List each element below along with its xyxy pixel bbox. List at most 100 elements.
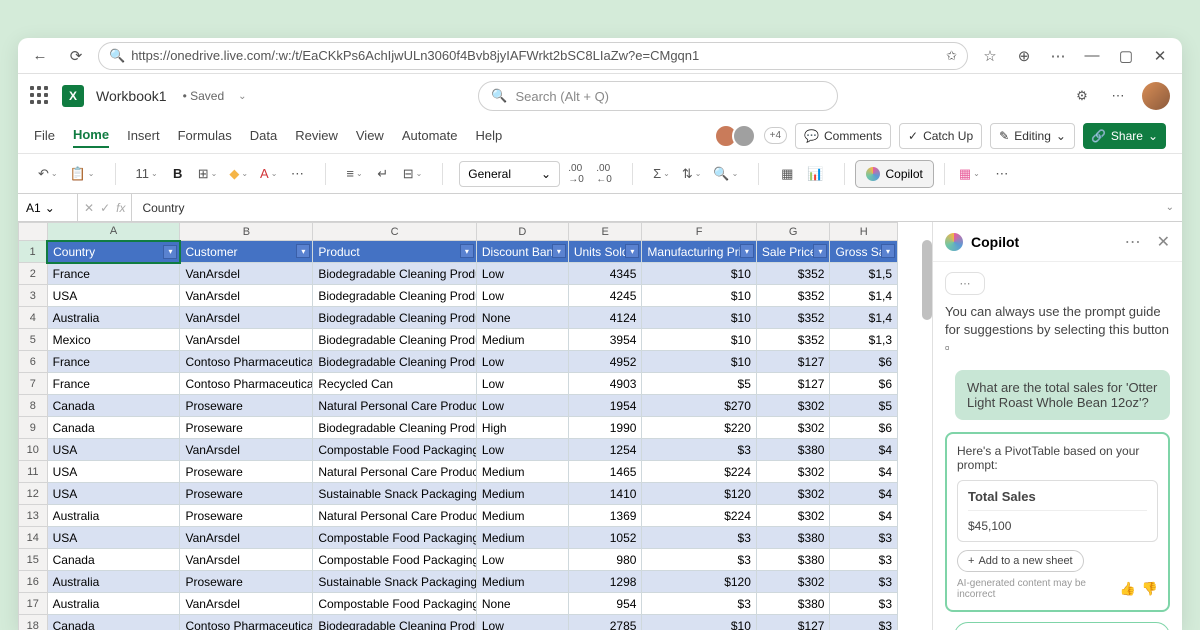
- spreadsheet-grid[interactable]: ABCDEFGH1Country▾Customer▾Product▾Discou…: [18, 222, 932, 630]
- cell[interactable]: Proseware: [180, 571, 313, 593]
- cell[interactable]: 1298: [568, 571, 642, 593]
- settings-icon[interactable]: ⚙: [1070, 83, 1094, 109]
- row-header[interactable]: 9: [19, 417, 48, 439]
- cell[interactable]: Proseware: [180, 461, 313, 483]
- cell[interactable]: Medium: [476, 571, 568, 593]
- cell[interactable]: 4903: [568, 373, 642, 395]
- cell[interactable]: Proseware: [180, 483, 313, 505]
- ribbon-more-icon[interactable]: ⋯: [990, 161, 1014, 187]
- increase-decimal-button[interactable]: .00←0: [592, 161, 616, 187]
- select-all-corner[interactable]: [19, 223, 48, 241]
- cell[interactable]: Biodegradable Cleaning Products: [313, 351, 477, 373]
- cell[interactable]: USA: [47, 483, 180, 505]
- cell[interactable]: Natural Personal Care Products: [313, 461, 477, 483]
- format-table-button[interactable]: ▦⌄: [955, 161, 984, 187]
- table-row[interactable]: 8CanadaProsewareNatural Personal Care Pr…: [19, 395, 898, 417]
- cell[interactable]: Proseware: [180, 417, 313, 439]
- row-header[interactable]: 2: [19, 263, 48, 285]
- cell[interactable]: Australia: [47, 571, 180, 593]
- bold-button[interactable]: B: [166, 161, 190, 187]
- cell[interactable]: $270: [642, 395, 756, 417]
- row-header[interactable]: 12: [19, 483, 48, 505]
- cell[interactable]: $1,4: [830, 307, 898, 329]
- cell[interactable]: VanArsdel: [180, 439, 313, 461]
- paste-button[interactable]: 📋⌄: [66, 161, 99, 187]
- filter-icon[interactable]: ▾: [740, 244, 754, 258]
- address-bar[interactable]: 🔍 https://onedrive.live.com/:w:/t/EaCKkP…: [98, 42, 968, 70]
- cell[interactable]: $5: [830, 395, 898, 417]
- cell[interactable]: $10: [642, 307, 756, 329]
- cell[interactable]: 4245: [568, 285, 642, 307]
- cell[interactable]: Biodegradable Cleaning Products: [313, 285, 477, 307]
- table-row[interactable]: 5MexicoVanArsdelBiodegradable Cleaning P…: [19, 329, 898, 351]
- cell[interactable]: Medium: [476, 527, 568, 549]
- cell[interactable]: Natural Personal Care Products: [313, 395, 477, 417]
- tab-view[interactable]: View: [356, 124, 384, 147]
- row-header[interactable]: 4: [19, 307, 48, 329]
- cell[interactable]: $3: [642, 593, 756, 615]
- more-options-icon[interactable]: ⋯: [1106, 83, 1130, 109]
- cell[interactable]: USA: [47, 527, 180, 549]
- thumbs-up-icon[interactable]: 👍: [1120, 581, 1136, 597]
- cell[interactable]: $127: [756, 373, 830, 395]
- cell[interactable]: Biodegradable Cleaning Products: [313, 329, 477, 351]
- favorite-icon[interactable]: ✩: [946, 48, 957, 64]
- cell[interactable]: $127: [756, 615, 830, 630]
- row-header[interactable]: 6: [19, 351, 48, 373]
- borders-button[interactable]: ⊞⌄: [194, 161, 222, 187]
- cell[interactable]: Australia: [47, 505, 180, 527]
- row-header-1[interactable]: 1: [19, 241, 48, 263]
- cell[interactable]: Medium: [476, 329, 568, 351]
- user-avatar[interactable]: [1142, 82, 1170, 110]
- formula-input[interactable]: Country: [132, 201, 1163, 215]
- font-color-button[interactable]: A⌄: [256, 161, 281, 187]
- favorites-icon[interactable]: ☆: [976, 42, 1004, 70]
- cell[interactable]: Proseware: [180, 505, 313, 527]
- cell[interactable]: Contoso Pharmaceuticals: [180, 351, 313, 373]
- cell[interactable]: Low: [476, 373, 568, 395]
- cell[interactable]: $3: [830, 527, 898, 549]
- confirm-formula-icon[interactable]: ✓: [100, 201, 110, 215]
- table-row[interactable]: 14USAVanArsdelCompostable Food Packaging…: [19, 527, 898, 549]
- cell[interactable]: Sustainable Snack Packaging: [313, 483, 477, 505]
- more-font-icon[interactable]: ⋯: [285, 161, 309, 187]
- cell[interactable]: Proseware: [180, 395, 313, 417]
- cell[interactable]: $352: [756, 329, 830, 351]
- table-header-cell[interactable]: Customer▾: [180, 241, 313, 263]
- row-header[interactable]: 8: [19, 395, 48, 417]
- cell[interactable]: $3: [830, 571, 898, 593]
- back-button[interactable]: ←: [26, 42, 54, 70]
- column-header-G[interactable]: G: [756, 223, 830, 241]
- cell[interactable]: $1,5: [830, 263, 898, 285]
- merge-button[interactable]: ⊟⌄: [399, 161, 427, 187]
- row-header[interactable]: 15: [19, 549, 48, 571]
- row-header[interactable]: 7: [19, 373, 48, 395]
- cell[interactable]: $10: [642, 329, 756, 351]
- name-box[interactable]: A1⌄: [18, 194, 78, 221]
- row-header[interactable]: 18: [19, 615, 48, 630]
- cell[interactable]: $6: [830, 351, 898, 373]
- cell[interactable]: VanArsdel: [180, 285, 313, 307]
- font-size-input[interactable]: 11⌄: [132, 161, 162, 187]
- table-header-cell[interactable]: Manufacturing Price▾: [642, 241, 756, 263]
- vertical-scrollbar[interactable]: [922, 240, 932, 320]
- cell[interactable]: Biodegradable Cleaning Products: [313, 615, 477, 630]
- cell[interactable]: Canada: [47, 549, 180, 571]
- cell[interactable]: $302: [756, 417, 830, 439]
- wrap-text-button[interactable]: ↵: [371, 161, 395, 187]
- cell[interactable]: 2785: [568, 615, 642, 630]
- cell[interactable]: $220: [642, 417, 756, 439]
- table-header-cell[interactable]: Gross Sale▾: [830, 241, 898, 263]
- editing-mode-button[interactable]: ✎ Editing ⌄: [990, 123, 1075, 149]
- cell[interactable]: $6: [830, 373, 898, 395]
- cell[interactable]: Low: [476, 395, 568, 417]
- cell[interactable]: Compostable Food Packaging: [313, 527, 477, 549]
- cell[interactable]: $352: [756, 263, 830, 285]
- table-row[interactable]: 7FranceContoso PharmaceuticalsRecycled C…: [19, 373, 898, 395]
- column-header-F[interactable]: F: [642, 223, 756, 241]
- row-header[interactable]: 14: [19, 527, 48, 549]
- cell[interactable]: VanArsdel: [180, 549, 313, 571]
- table-row[interactable]: 15CanadaVanArsdelCompostable Food Packag…: [19, 549, 898, 571]
- cell[interactable]: Medium: [476, 461, 568, 483]
- cell[interactable]: Recycled Can: [313, 373, 477, 395]
